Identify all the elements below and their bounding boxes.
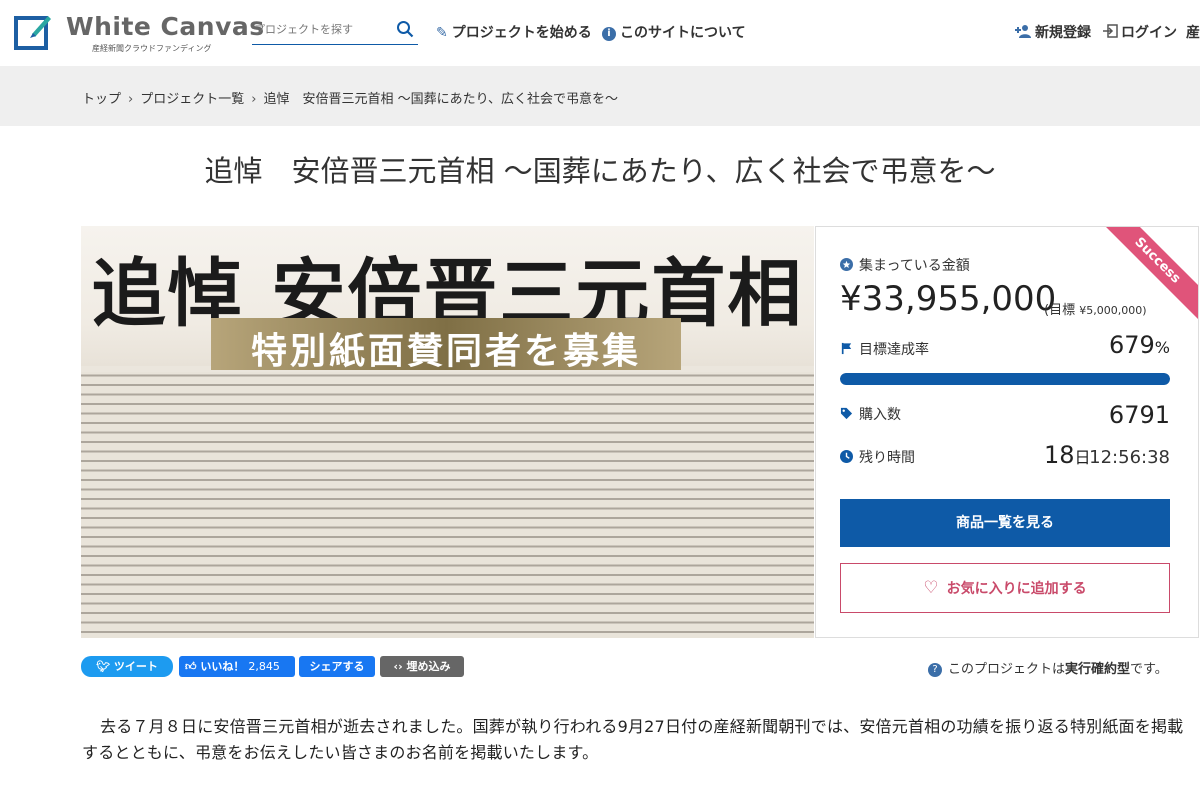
project-type-suffix: です。 [1130, 662, 1168, 677]
chevron-right-icon: › [128, 92, 134, 107]
thumbs-up-icon: 👍︎ [185, 660, 197, 673]
pencil-icon: ✎ [436, 25, 448, 41]
add-favorite-button[interactable]: ♡ お気に入りに追加する [840, 563, 1170, 613]
breadcrumb-band: トップ › プロジェクト一覧 › 追悼 安倍晋三元首相 ～国葬にあたり、広く社会で弔意を… [0, 66, 1200, 126]
logo[interactable]: White Canvas 産経新聞クラウドファンディング [14, 10, 264, 56]
embed-button[interactable]: ‹› 埋め込み [380, 656, 464, 677]
logo-icon [14, 16, 51, 50]
time-remaining-clock: 12:56:38 [1089, 447, 1170, 468]
goal-prefix: (目標 [1044, 303, 1076, 318]
nav-about-label: このサイトについて [620, 25, 746, 41]
goal-amount: (目標 ¥5,000,000) [1044, 299, 1147, 318]
nav-register-label: 新規登録 [1035, 25, 1091, 41]
time-remaining-days: 18日 [1044, 441, 1091, 469]
nav-start-label: プロジェクトを始める [451, 25, 592, 41]
goal-value: ¥5,000,000) [1079, 304, 1147, 317]
buyers-count: 6791 [1108, 401, 1170, 429]
breadcrumb-current: 追悼 安倍晋三元首相 ～国葬にあたり、広く社会で弔意を～ [263, 92, 619, 107]
tweet-label: ツイート [113, 660, 158, 673]
nav-about-site[interactable]: i このサイトについて [602, 22, 746, 42]
info-icon: i [602, 27, 616, 41]
tweet-button[interactable]: 🐦︎ ツイート [81, 656, 173, 677]
rate-unit: % [1154, 338, 1170, 357]
nav-sankei-link[interactable]: 産 [1186, 22, 1200, 42]
search-box [252, 16, 418, 45]
star-icon [840, 258, 853, 271]
heart-icon: ♡ [923, 578, 939, 598]
add-favorite-label: お気に入りに追加する [946, 581, 1087, 597]
nav-login-label: ログイン [1121, 25, 1177, 41]
funding-panel: Success 集まっている金額 ¥33,955,000 (目標 ¥5,000,… [815, 226, 1199, 638]
breadcrumb-top[interactable]: トップ [82, 92, 121, 107]
breadcrumb: トップ › プロジェクト一覧 › 追悼 安倍晋三元首相 ～国葬にあたり、広く社会で弔意を… [82, 88, 618, 107]
logo-subtitle: 産経新聞クラウドファンディング [92, 44, 212, 53]
search-icon[interactable] [396, 20, 414, 38]
hero-name-list-pattern [81, 372, 814, 638]
rate-label-text: 目標達成率 [859, 342, 929, 358]
code-icon: ‹› [393, 660, 403, 673]
nav-register[interactable]: 新規登録 [1014, 22, 1091, 42]
site-header: White Canvas 産経新聞クラウドファンディング ✎プロジェクトを始める… [0, 0, 1200, 66]
facebook-like-button[interactable]: 👍︎ いいね！ 2,845 [179, 656, 295, 677]
days-value: 18 [1044, 441, 1075, 469]
hero-subheading: 特別紙面賛同者を募集 [250, 331, 641, 372]
tag-icon [840, 407, 853, 420]
achievement-progress-bar [840, 373, 1170, 385]
time-label-text: 残り時間 [859, 450, 915, 466]
buyers-label-text: 購入数 [859, 407, 901, 423]
help-icon[interactable]: ? [928, 663, 942, 677]
clock-icon [840, 450, 853, 463]
like-count: 2,845 [248, 660, 280, 673]
project-hero-image: 追悼 安倍晋三元首相 特別紙面賛同者を募集 [81, 226, 814, 638]
project-description: 去る７月８日に安倍晋三元首相が逝去されました。国葬が執り行われる9月27日付の産… [82, 717, 1184, 762]
embed-label: 埋め込み [406, 660, 451, 673]
chevron-right-icon: › [251, 92, 257, 107]
rate-label: 目標達成率 [840, 339, 929, 359]
twitter-icon: 🐦︎ [96, 660, 111, 673]
amount-label: 集まっている金額 [840, 255, 970, 275]
facebook-share-button[interactable]: シェアする [299, 656, 375, 677]
project-type-note: ? このプロジェクトは実行確約型です。 [928, 658, 1168, 677]
like-label: いいね！ [200, 660, 245, 673]
flag-icon [841, 342, 852, 355]
view-products-button[interactable]: 商品一覧を見る [840, 499, 1170, 547]
achievement-rate: 679% [1109, 331, 1170, 359]
project-type-value[interactable]: 実行確約型 [1065, 662, 1130, 677]
logo-title: White Canvas [66, 12, 265, 41]
buyers-label: 購入数 [840, 404, 901, 424]
days-unit: 日 [1074, 448, 1091, 467]
nav-login[interactable]: ログイン [1102, 22, 1177, 42]
search-input[interactable] [252, 16, 386, 42]
amount-label-text: 集まっている金額 [859, 258, 970, 274]
progress-fill [840, 373, 1170, 385]
add-user-icon [1015, 25, 1031, 38]
page-title: 追悼 安倍晋三元首相 ～国葬にあたり、広く社会で弔意を～ [204, 154, 996, 188]
nav-start-project[interactable]: ✎ プロジェクトを始める [436, 22, 592, 42]
breadcrumb-project-list[interactable]: プロジェクト一覧 [140, 92, 244, 107]
amount-raised: ¥33,955,000 [840, 279, 1057, 319]
rate-value: 679 [1108, 331, 1155, 359]
login-icon [1103, 24, 1118, 38]
time-label: 残り時間 [840, 447, 915, 467]
project-type-prefix: このプロジェクトは [948, 662, 1066, 677]
